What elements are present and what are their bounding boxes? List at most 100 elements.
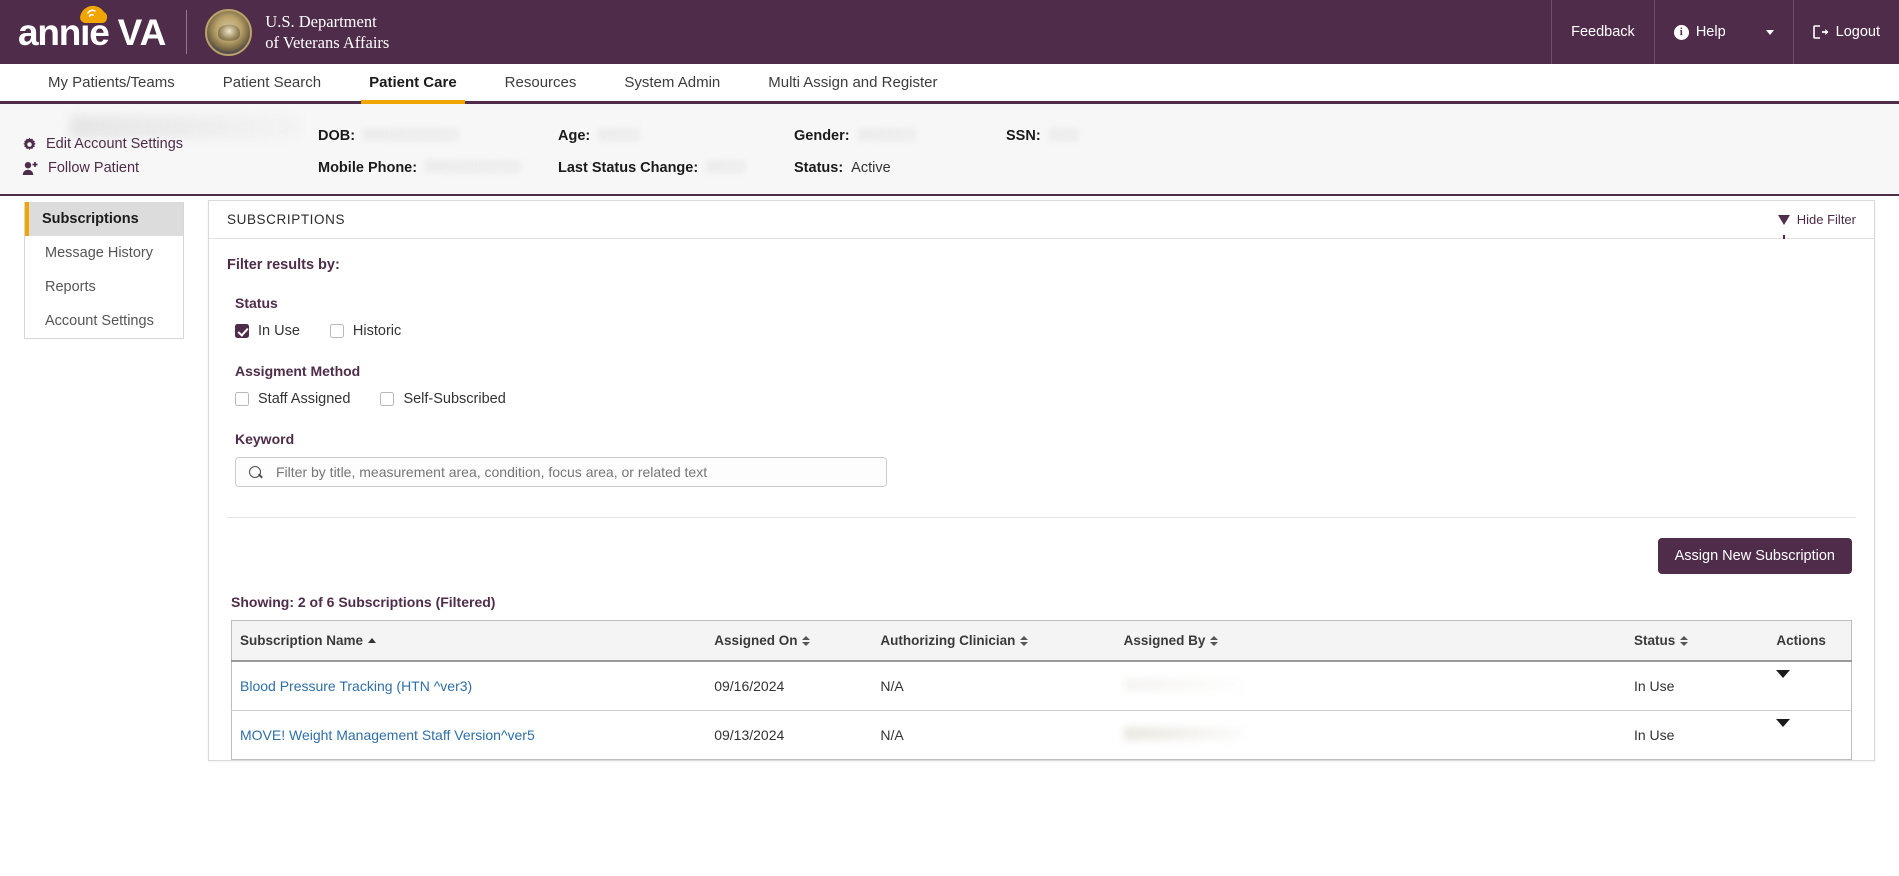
brand-lockup: annie VA U.S. Department of Veterans Affa…	[0, 0, 389, 64]
sort-status[interactable]: Status	[1633, 633, 1689, 648]
column-assigned-by[interactable]: Assigned By	[1115, 620, 1626, 662]
column-actions-label: Actions	[1776, 633, 1826, 648]
nav-item-patient-care[interactable]: Patient Care	[345, 64, 481, 104]
brand-suffix-text: VA	[117, 11, 167, 53]
cell-assigned-by	[1115, 661, 1626, 711]
patient-status-label: Status:	[794, 160, 844, 176]
sort-assigned-on[interactable]: Assigned On	[714, 633, 811, 648]
keyword-label: Keyword	[235, 431, 295, 447]
brand-divider	[186, 10, 188, 54]
person-plus-icon	[22, 161, 38, 175]
sidebar-item-message-history[interactable]: Message History	[25, 236, 183, 270]
checkbox-staff-assigned-box[interactable]	[235, 392, 249, 406]
column-authorizing-clinician-label: Authorizing Clinician	[880, 633, 1016, 648]
panel-title: SUBSCRIPTIONS	[227, 212, 346, 227]
checkbox-in-use[interactable]: In Use	[235, 323, 300, 339]
follow-patient-link[interactable]: Follow Patient	[22, 160, 183, 176]
patient-side-navigation: Subscriptions Message History Reports Ac…	[24, 202, 184, 339]
logout-label: Logout	[1835, 24, 1880, 40]
wifi-signal-icon	[80, 5, 107, 23]
assign-new-subscription-button[interactable]: Assign New Subscription	[1657, 538, 1852, 574]
sidebar-item-subscriptions[interactable]: Subscriptions	[25, 202, 183, 236]
patient-quick-links: Edit Account Settings Follow Patient	[22, 136, 183, 176]
subscription-name-link[interactable]: MOVE! Weight Management Staff Version^ve…	[240, 727, 535, 743]
gear-icon	[23, 137, 36, 150]
patient-age-value	[598, 128, 641, 141]
column-status[interactable]: Status	[1625, 620, 1769, 662]
subscription-name-link[interactable]: Blood Pressure Tracking (HTN ^ver3)	[240, 678, 472, 694]
nav-item-resources[interactable]: Resources	[481, 64, 601, 101]
sort-subscription-name[interactable]: Subscription Name	[240, 633, 377, 648]
checkbox-historic-label: Historic	[352, 323, 402, 339]
checkbox-historic-box[interactable]	[329, 324, 344, 338]
patient-info-bar: Edit Account Settings Follow Patient DOB…	[0, 104, 1899, 196]
patient-last-status-change-value	[706, 160, 747, 173]
page-body: Subscriptions Message History Reports Ac…	[0, 196, 1899, 761]
table-row: Blood Pressure Tracking (HTN ^ver3) 09/1…	[231, 661, 1852, 711]
nav-item-multi-assign-and-register[interactable]: Multi Assign and Register	[744, 64, 961, 101]
patient-details-row-1: DOB: Age: Gender: SSN:	[318, 128, 1879, 144]
nav-item-my-patients-teams[interactable]: My Patients/Teams	[24, 64, 199, 101]
subscriptions-table-head: Subscription Name Assigned On Authorizin…	[231, 620, 1852, 662]
row-actions-chevron-down-icon[interactable]	[1776, 719, 1791, 743]
patient-details-grid: DOB: Age: Gender: SSN: Mobile Phone: Las…	[318, 128, 1879, 192]
sidebar-item-reports[interactable]: Reports	[25, 270, 183, 304]
assigned-by-redacted	[1123, 678, 1244, 691]
filter-section: Filter results by: Status In Use Histori…	[209, 239, 1874, 518]
patient-last-status-change: Last Status Change:	[558, 160, 794, 176]
help-label: Help	[1695, 24, 1726, 40]
edit-account-settings-label: Edit Account Settings	[46, 136, 184, 152]
search-icon	[248, 465, 262, 479]
cell-subscription-name: Blood Pressure Tracking (HTN ^ver3)	[231, 661, 707, 711]
patient-name-redacted	[70, 116, 300, 138]
hide-filter-label: Hide Filter	[1796, 212, 1856, 227]
patient-gender-value	[857, 128, 916, 141]
va-seal-icon	[205, 8, 253, 56]
nav-item-patient-search[interactable]: Patient Search	[199, 64, 345, 101]
assignment-method-checkbox-row: Staff Assigned Self-Subscribed	[235, 391, 1856, 407]
info-icon: i	[1673, 24, 1689, 40]
edit-account-settings-link[interactable]: Edit Account Settings	[22, 136, 183, 152]
checkbox-staff-assigned[interactable]: Staff Assigned	[235, 391, 350, 407]
top-header-bar: annie VA U.S. Department of Veterans Affa…	[0, 0, 1899, 64]
nav-item-system-admin[interactable]: System Admin	[600, 64, 744, 101]
checkbox-self-subscribed-box[interactable]	[380, 392, 395, 406]
checkbox-in-use-box[interactable]	[235, 324, 249, 338]
follow-patient-label: Follow Patient	[48, 160, 140, 176]
column-authorizing-clinician[interactable]: Authorizing Clinician	[872, 620, 1116, 662]
main-navigation: My Patients/Teams Patient Search Patient…	[0, 64, 1899, 104]
filter-heading: Filter results by:	[227, 257, 340, 273]
subscriptions-panel-header: SUBSCRIPTIONS Hide Filter	[209, 201, 1874, 239]
column-subscription-name[interactable]: Subscription Name	[231, 620, 707, 662]
patient-last-status-change-label: Last Status Change:	[558, 160, 699, 176]
row-actions-chevron-down-icon[interactable]	[1776, 670, 1791, 694]
column-assigned-on[interactable]: Assigned On	[706, 620, 873, 662]
patient-mobile-phone-value	[425, 160, 522, 173]
assignment-method-group-label: Assigment Method	[235, 363, 361, 379]
column-status-label: Status	[1633, 633, 1676, 648]
feedback-button[interactable]: Feedback	[1551, 0, 1654, 64]
cell-status: In Use	[1633, 727, 1675, 743]
subscriptions-panel: SUBSCRIPTIONS Hide Filter Filter results…	[208, 200, 1875, 761]
logout-button[interactable]: Logout	[1792, 0, 1899, 64]
sidebar-item-account-settings[interactable]: Account Settings	[25, 304, 183, 338]
logout-icon	[1812, 25, 1829, 39]
column-subscription-name-label: Subscription Name	[240, 633, 364, 648]
agency-name: U.S. Department of Veterans Affairs	[265, 11, 389, 53]
cell-authorizing-clinician: N/A	[880, 727, 904, 743]
status-checkbox-row: In Use Historic	[235, 323, 1856, 339]
cell-actions	[1768, 661, 1852, 711]
sort-authorizing-clinician[interactable]: Authorizing Clinician	[880, 633, 1029, 648]
patient-gender-label: Gender:	[794, 128, 850, 144]
chevron-down-icon[interactable]	[1765, 29, 1774, 35]
cell-actions	[1768, 711, 1851, 760]
keyword-search-box[interactable]	[235, 457, 887, 487]
subscriptions-table: Subscription Name Assigned On Authorizin…	[231, 620, 1852, 760]
checkbox-historic[interactable]: Historic	[329, 323, 402, 339]
help-button[interactable]: i Help	[1653, 0, 1793, 64]
keyword-search-input[interactable]	[274, 463, 886, 481]
checkbox-self-subscribed[interactable]: Self-Subscribed	[380, 391, 506, 407]
hide-filter-button[interactable]: Hide Filter	[1777, 212, 1856, 239]
sort-assigned-by[interactable]: Assigned By	[1124, 633, 1219, 648]
patient-gender: Gender:	[794, 128, 1006, 144]
